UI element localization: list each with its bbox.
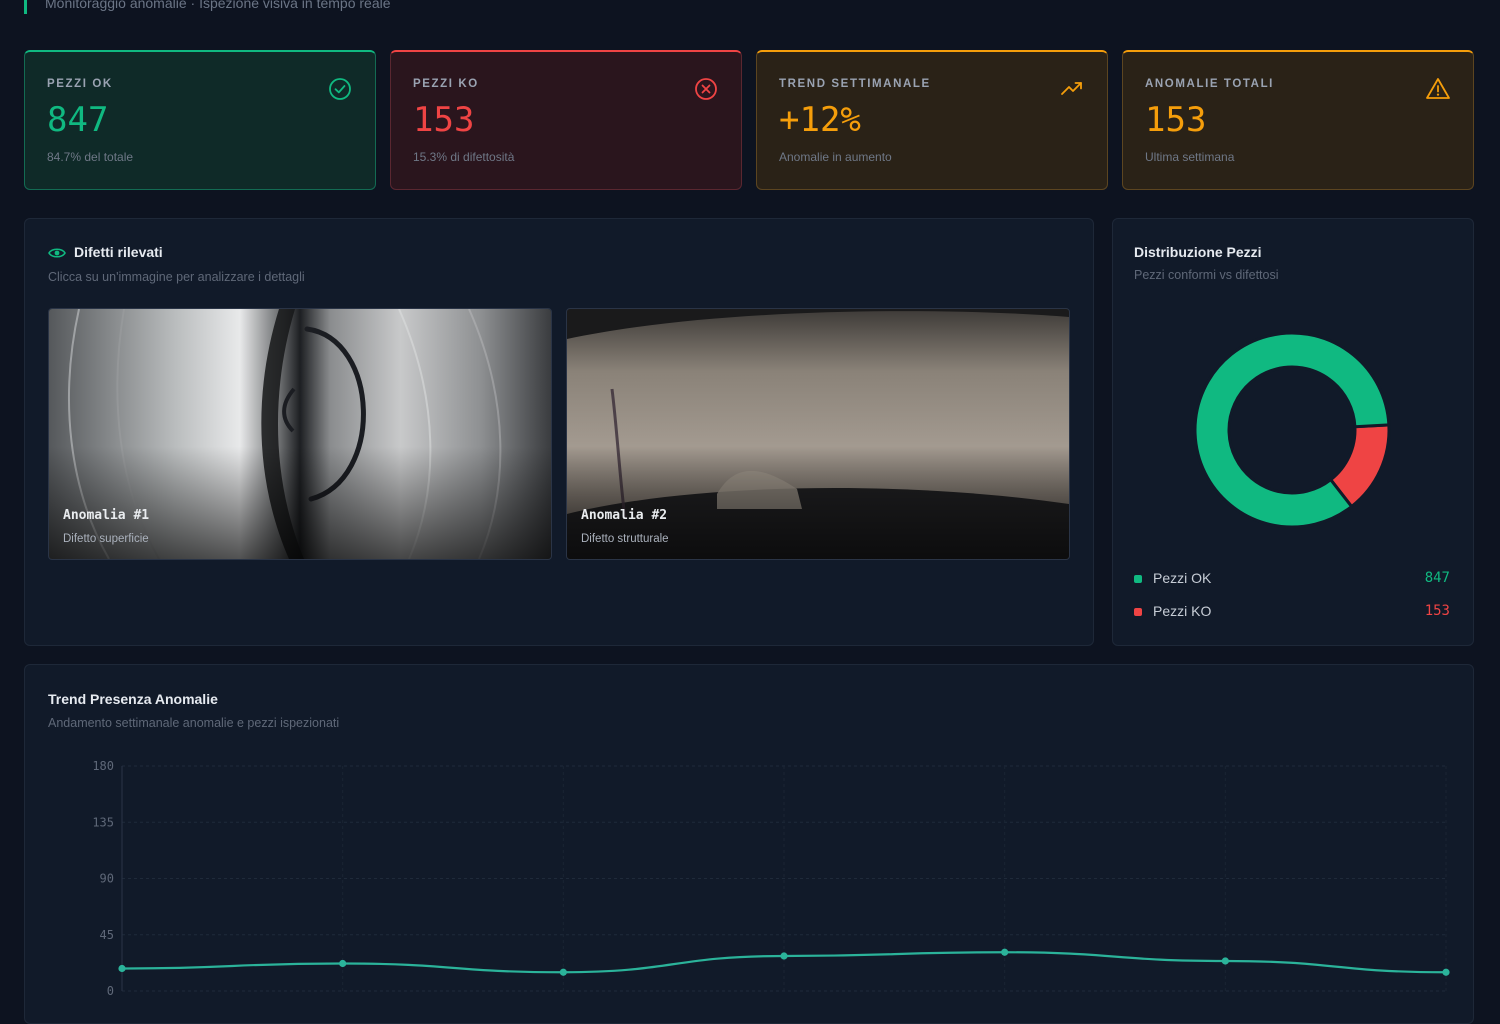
defect-image-card[interactable]: Anomalia #1 Difetto superficie (48, 308, 552, 560)
kpi-card-ok: PEZZI OK 847 84.7% del totale (24, 50, 376, 190)
y-tick-label: 0 (107, 984, 114, 998)
data-point[interactable] (339, 959, 347, 968)
legend-item-ko: Pezzi KO 153 (1134, 602, 1450, 622)
kpi-card-ko: PEZZI KO 153 15.3% di difettosità (390, 50, 742, 190)
y-tick-label: 90 (100, 872, 114, 886)
kpi-subtext: Anomalie in aumento (779, 150, 892, 164)
y-tick-label: 135 (92, 815, 114, 829)
data-point[interactable] (1442, 968, 1450, 976)
y-tick-label: 180 (92, 759, 114, 773)
kpi-subtext: 84.7% del totale (47, 150, 134, 164)
warning-triangle-icon (1426, 78, 1450, 99)
trending-up-icon (1061, 82, 1082, 95)
trend-line-chart: 180 135 90 45 0 (92, 759, 1450, 998)
kpi-label: PEZZI OK (47, 78, 113, 90)
kpi-label: PEZZI KO (413, 78, 479, 90)
defects-subtitle: Clicca su un'immagine per analizzare i d… (48, 270, 305, 284)
page-subtitle-text: Monitoraggio anomalie · Ispezione visiva… (45, 0, 391, 11)
legend-value: 847 (1424, 570, 1450, 586)
data-point[interactable] (118, 964, 126, 973)
data-point[interactable] (780, 952, 788, 960)
trend-subtitle: Andamento settimanale anomalie e pezzi i… (48, 716, 340, 730)
kpi-label: TREND SETTIMANALE (779, 78, 931, 90)
legend-dot (1134, 608, 1142, 616)
distribution-subtitle: Pezzi conformi vs difettosi (1134, 268, 1279, 282)
trend-title: Trend Presenza Anomalie (48, 691, 218, 707)
legend-label: Pezzi KO (1153, 603, 1212, 619)
defect-subtitle: Difetto superficie (63, 533, 149, 545)
legend-dot (1134, 575, 1142, 583)
legend-item-ok: Pezzi OK 847 (1134, 569, 1450, 589)
defect-subtitle: Difetto strutturale (581, 533, 669, 545)
kpi-subtext: 15.3% di difettosità (413, 150, 515, 164)
kpi-card-anomalies: ANOMALIE TOTALI 153 Ultima settimana (1122, 50, 1474, 190)
legend-value: 153 (1424, 603, 1450, 619)
kpi-value: 153 (413, 100, 475, 140)
page-subtitle: Monitoraggio anomalie · Ispezione visiva… (24, 0, 391, 14)
check-circle-icon (329, 78, 351, 100)
defect-title: Anomalia #1 (63, 508, 150, 523)
legend-label: Pezzi OK (1153, 570, 1212, 586)
kpi-card-trend: TREND SETTIMANALE +12% Anomalie in aumen… (756, 50, 1108, 190)
eye-icon (48, 248, 66, 258)
defects-title: Difetti rilevati (74, 244, 163, 260)
data-point[interactable] (1001, 948, 1009, 956)
x-circle-icon (695, 78, 717, 100)
distribution-title: Distribuzione Pezzi (1134, 244, 1262, 260)
y-tick-label: 45 (100, 928, 114, 942)
data-point[interactable] (1221, 957, 1229, 965)
defect-title: Anomalia #2 (581, 508, 668, 523)
defect-image-card[interactable]: Anomalia #2 Difetto strutturale (566, 308, 1070, 560)
distribution-donut-chart (1193, 331, 1391, 529)
kpi-value: 847 (47, 100, 109, 140)
kpi-value: 153 (1145, 100, 1207, 140)
kpi-subtext: Ultima settimana (1145, 150, 1235, 164)
kpi-value: +12% (779, 100, 861, 140)
data-point[interactable] (559, 968, 567, 976)
kpi-label: ANOMALIE TOTALI (1145, 78, 1274, 90)
